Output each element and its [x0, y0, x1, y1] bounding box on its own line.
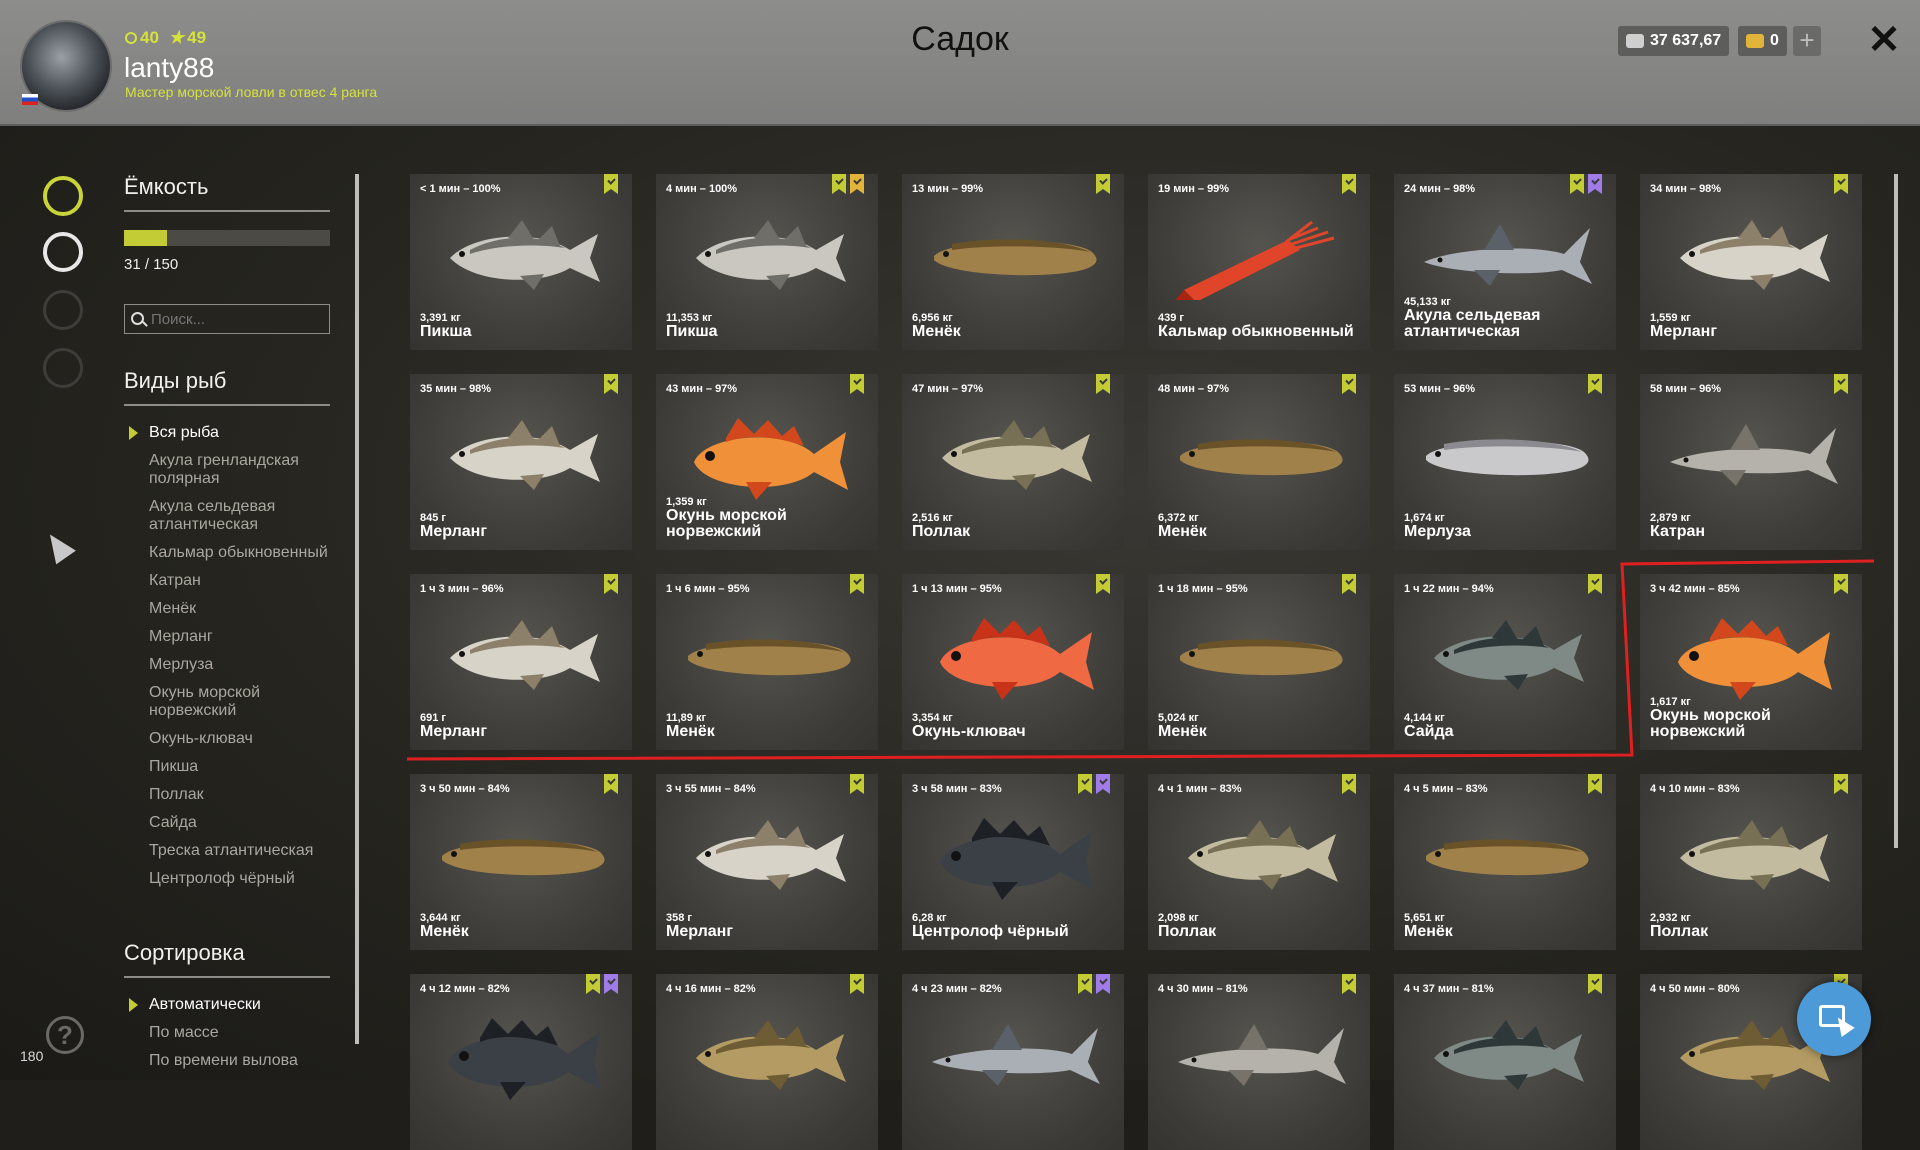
screenshot-fab-button[interactable] — [1797, 982, 1871, 1056]
highlight-outline — [406, 559, 1875, 761]
